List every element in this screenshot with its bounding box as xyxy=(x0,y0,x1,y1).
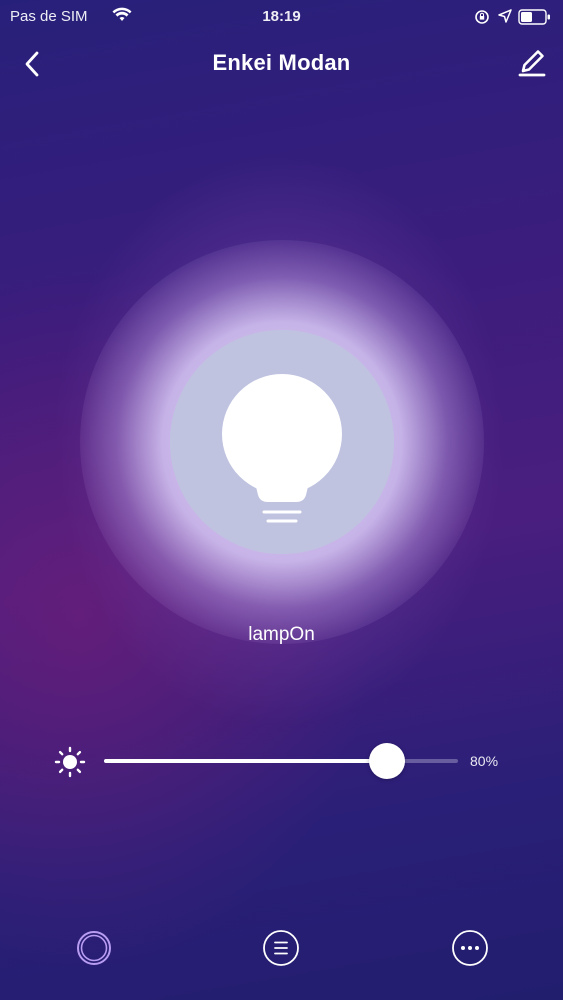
lightbulb-icon xyxy=(222,374,342,523)
more-button[interactable] xyxy=(451,929,489,967)
orientation-lock-icon xyxy=(475,10,489,24)
color-mode-button[interactable] xyxy=(75,929,113,967)
lamp-state-label: lampOn xyxy=(248,624,315,645)
list-icon xyxy=(263,930,299,966)
page-title: Enkei Modan xyxy=(212,50,351,75)
brightness-value: 80% xyxy=(470,753,499,769)
pencil-icon xyxy=(518,50,546,77)
location-icon xyxy=(498,9,512,23)
brightness-slider-fill xyxy=(104,759,388,763)
color-ring-icon xyxy=(77,931,111,965)
status-bar: Pas de SIM 18:19 xyxy=(0,0,563,34)
brightness-sun-icon xyxy=(54,746,86,778)
more-icon xyxy=(452,930,488,966)
edit-button[interactable] xyxy=(514,46,548,80)
brightness-slider[interactable] xyxy=(104,743,458,779)
scenes-list-button[interactable] xyxy=(262,929,300,967)
brightness-slider-thumb[interactable] xyxy=(369,743,406,779)
battery-icon xyxy=(518,9,550,25)
lamp-power-button[interactable] xyxy=(170,330,394,554)
